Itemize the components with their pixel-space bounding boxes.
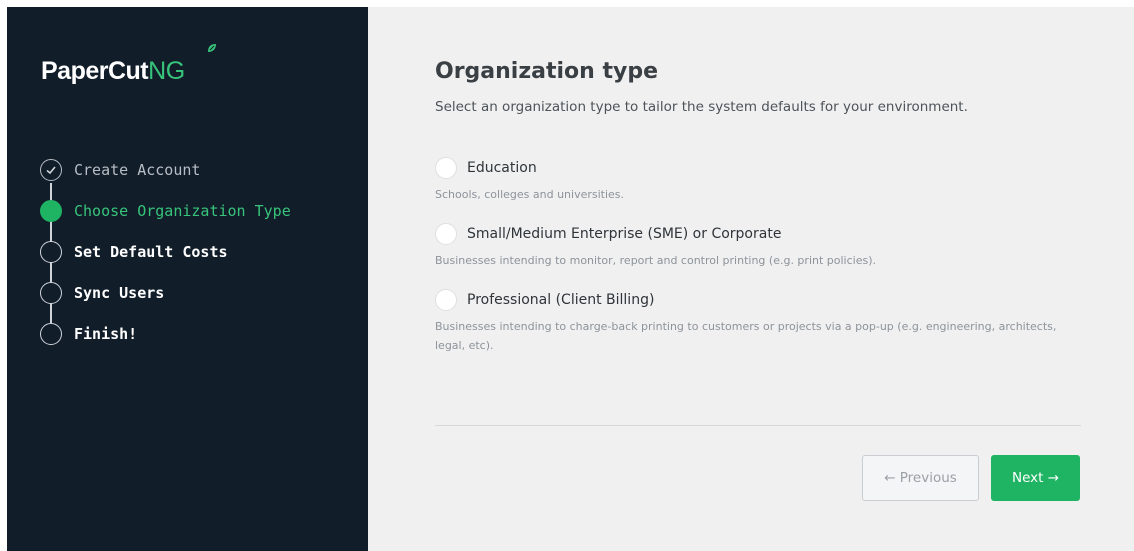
step-label: Choose Organization Type — [74, 201, 291, 220]
previous-button[interactable]: ← Previous — [862, 455, 979, 501]
wizard-steps: Create Account Choose Organization Type … — [40, 149, 291, 354]
step-label: Set Default Costs — [74, 242, 228, 261]
logo-main-text: PaperCut — [41, 57, 149, 85]
option-professional[interactable]: Professional (Client Billing) Businesses… — [435, 289, 1075, 355]
step-set-default-costs[interactable]: Set Default Costs — [40, 231, 291, 272]
option-sme-corporate[interactable]: Small/Medium Enterprise (SME) or Corpora… — [435, 223, 1075, 270]
step-finish[interactable]: Finish! — [40, 313, 291, 354]
step-choose-organization-type[interactable]: Choose Organization Type — [40, 190, 291, 231]
option-label: Small/Medium Enterprise (SME) or Corpora… — [467, 226, 782, 242]
empty-circle-icon — [40, 322, 62, 345]
option-description: Businesses intending to monitor, report … — [435, 254, 876, 267]
divider — [435, 425, 1081, 426]
option-label: Professional (Client Billing) — [467, 292, 655, 308]
setup-wizard: PaperCutNG Create Account Choose Organiz… — [7, 7, 1134, 551]
step-create-account[interactable]: Create Account — [40, 149, 291, 190]
radio-button[interactable] — [435, 289, 457, 311]
empty-circle-icon — [40, 281, 62, 304]
step-sync-users[interactable]: Sync Users — [40, 272, 291, 313]
empty-circle-icon — [40, 240, 62, 263]
wizard-sidebar: PaperCutNG Create Account Choose Organiz… — [7, 7, 368, 551]
next-button[interactable]: Next → — [991, 455, 1080, 501]
filled-circle-icon — [40, 199, 62, 222]
option-description: Schools, colleges and universities. — [435, 188, 625, 201]
logo-suffix-text: NG — [148, 57, 185, 85]
radio-button[interactable] — [435, 157, 457, 179]
radio-button[interactable] — [435, 223, 457, 245]
option-description: Businesses intending to charge-back prin… — [435, 320, 1057, 352]
page-subtitle: Select an organization type to tailor th… — [435, 99, 968, 115]
step-label: Sync Users — [74, 283, 165, 302]
wizard-content: Organization type Select an organization… — [368, 7, 1134, 551]
page-title: Organization type — [435, 59, 659, 84]
step-label: Finish! — [74, 324, 138, 343]
option-education[interactable]: Education Schools, colleges and universi… — [435, 157, 1075, 204]
option-label: Education — [467, 160, 537, 176]
leaf-icon — [208, 44, 216, 52]
papercut-ng-logo: PaperCutNG — [41, 57, 185, 86]
check-circle-icon — [40, 158, 62, 181]
step-label: Create Account — [74, 160, 201, 179]
